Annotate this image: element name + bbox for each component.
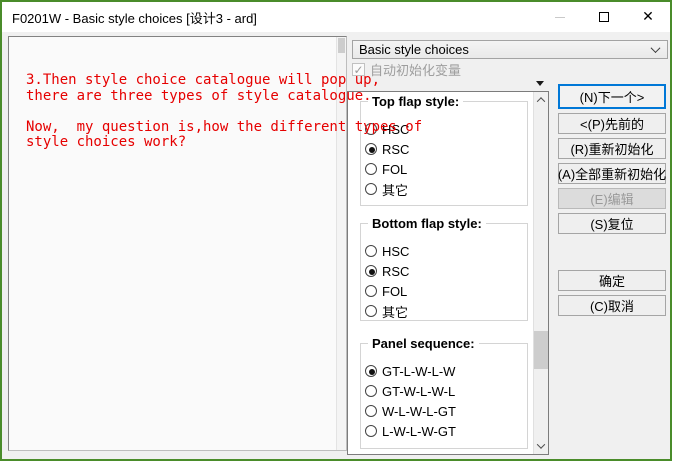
- options-panel: Top flap style: HSC RSC FOL 其它 Bottom flap st…: [347, 91, 549, 455]
- style-catalogue-value: Basic style choices: [359, 42, 469, 57]
- radio-selected-icon: [365, 265, 377, 277]
- cancel-button[interactable]: (C)取消: [558, 295, 666, 316]
- close-button[interactable]: ✕: [626, 2, 670, 32]
- radio-option-label: W-L-W-L-GT: [382, 404, 456, 419]
- radio-option-rsc[interactable]: RSC: [361, 261, 527, 281]
- radio-selected-icon: [365, 365, 377, 377]
- radio-option-gt-l-w-l-w[interactable]: GT-L-W-L-W: [361, 361, 527, 381]
- group-label: Panel sequence:: [368, 336, 479, 351]
- radio-option-其它[interactable]: 其它: [361, 301, 527, 321]
- groupbox-0: Top flap style:HSCRSCFOL其它: [360, 101, 528, 206]
- notes-panel: [8, 36, 347, 451]
- radio-option-label: RSC: [382, 264, 409, 279]
- radio-option-gt-w-l-w-l[interactable]: GT-W-L-W-L: [361, 381, 527, 401]
- radio-option-label: HSC: [382, 122, 409, 137]
- radio-option-label: FOL: [382, 162, 407, 177]
- notes-scrollbar-thumb[interactable]: [338, 38, 345, 53]
- chevron-up-icon: [537, 97, 545, 105]
- maximize-icon: [599, 12, 609, 22]
- groupbox-1: Bottom flap style:HSCRSCFOL其它: [360, 223, 528, 321]
- groupbox-2: Panel sequence:GT-L-W-L-WGT-W-L-W-LW-L-W…: [360, 343, 528, 449]
- next-button[interactable]: (N)下一个>: [558, 84, 666, 109]
- radio-option-其它[interactable]: 其它: [361, 179, 527, 199]
- radio-option-hsc[interactable]: HSC: [361, 241, 527, 261]
- radio-option-label: 其它: [382, 302, 408, 321]
- dialog-window: F0201W - Basic style choices [设计3 - ard]…: [0, 0, 672, 461]
- reset-button[interactable]: (S)复位: [558, 213, 666, 234]
- chevron-down-icon: [537, 440, 545, 448]
- radio-option-label: RSC: [382, 142, 409, 157]
- radio-option-fol[interactable]: FOL: [361, 159, 527, 179]
- group-label: Bottom flap style:: [368, 216, 486, 231]
- radio-option-fol[interactable]: FOL: [361, 281, 527, 301]
- radio-option-label: GT-L-W-L-W: [382, 364, 455, 379]
- command-button-column: (N)下一个> <(P)先前的 (R)重新初始化 (A)全部重新初始化 (E)编辑 (S)…: [558, 84, 666, 316]
- reinitialize-all-button[interactable]: (A)全部重新初始化: [558, 163, 666, 184]
- previous-button[interactable]: <(P)先前的: [558, 113, 666, 134]
- radio-icon: [365, 285, 377, 297]
- radio-icon: [365, 425, 377, 437]
- reinitialize-button[interactable]: (R)重新初始化: [558, 138, 666, 159]
- radio-icon: [365, 183, 377, 195]
- radio-selected-icon: [365, 143, 377, 155]
- maximize-button[interactable]: [582, 2, 626, 32]
- radio-icon: [365, 305, 377, 317]
- radio-option-label: FOL: [382, 284, 407, 299]
- caption-buttons: ✕: [538, 2, 670, 32]
- radio-icon: [365, 123, 377, 135]
- check-icon: ✓: [353, 65, 363, 75]
- ok-button[interactable]: 确定: [558, 270, 666, 291]
- radio-option-l-w-l-w-gt[interactable]: L-W-L-W-GT: [361, 421, 527, 441]
- minimize-button: [538, 2, 582, 32]
- radio-option-label: L-W-L-W-GT: [382, 424, 456, 439]
- auto-init-checkbox: ✓ 自动初始化变量: [352, 62, 461, 77]
- group-label: Top flap style:: [368, 94, 463, 109]
- style-catalogue-select[interactable]: Basic style choices: [352, 40, 668, 59]
- radio-option-w-l-w-l-gt[interactable]: W-L-W-L-GT: [361, 401, 527, 421]
- edit-button: (E)编辑: [558, 188, 666, 209]
- auto-init-label: 自动初始化变量: [370, 60, 461, 79]
- chevron-down-icon: [651, 43, 661, 53]
- radio-icon: [365, 385, 377, 397]
- title-bar: F0201W - Basic style choices [设计3 - ard]…: [2, 2, 670, 32]
- dropdown-arrow-icon[interactable]: [536, 81, 544, 86]
- minimize-icon: [555, 17, 565, 18]
- scroll-down-button[interactable]: [534, 438, 548, 454]
- window-title: F0201W - Basic style choices [设计3 - ard]: [2, 8, 257, 27]
- checkbox-icon: ✓: [352, 63, 365, 76]
- radio-option-label: 其它: [382, 180, 408, 199]
- options-scrollbar-thumb[interactable]: [534, 331, 548, 369]
- radio-option-rsc[interactable]: RSC: [361, 139, 527, 159]
- scroll-up-button[interactable]: [534, 92, 548, 108]
- radio-option-hsc[interactable]: HSC: [361, 119, 527, 139]
- radio-option-label: HSC: [382, 244, 409, 259]
- radio-icon: [365, 245, 377, 257]
- notes-scrollbar[interactable]: [336, 37, 346, 450]
- radio-icon: [365, 405, 377, 417]
- radio-option-label: GT-W-L-W-L: [382, 384, 455, 399]
- radio-icon: [365, 163, 377, 175]
- options-scrollbar[interactable]: [533, 92, 548, 454]
- close-icon: ✕: [642, 10, 654, 24]
